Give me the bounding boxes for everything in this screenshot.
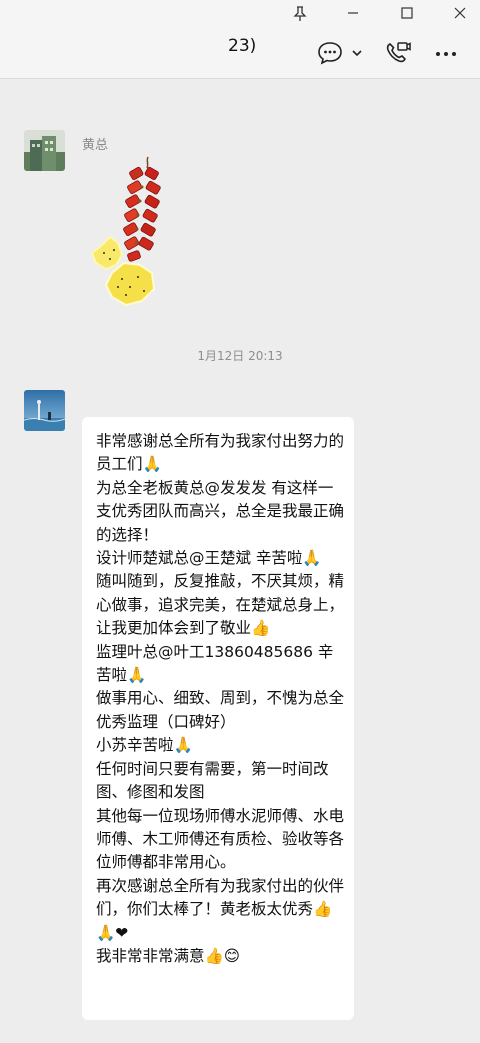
chevron-down-icon[interactable]: [350, 40, 364, 66]
chat-window: 23) 黄总 1月12日 20:13 非常感谢总全所有为我家付出努力的员工们🙏 …: [0, 0, 480, 1043]
more-icon[interactable]: [432, 40, 460, 66]
message-bubble[interactable]: 非常感谢总全所有为我家付出努力的员工们🙏 为总全老板黄总@发发发 有这样一支优秀…: [82, 417, 354, 1020]
firecracker-sticker[interactable]: [82, 155, 172, 315]
avatar[interactable]: [24, 130, 65, 171]
sender-name: 黄总: [82, 138, 109, 153]
avatar[interactable]: [24, 390, 65, 431]
chat-bubble-icon[interactable]: [316, 40, 344, 66]
title-bar: 23): [0, 0, 480, 79]
chat-title: 23): [228, 36, 257, 56]
message-text: 非常感谢总全所有为我家付出努力的员工们🙏 为总全老板黄总@发发发 有这样一支优秀…: [96, 432, 345, 965]
close-icon[interactable]: [450, 6, 470, 26]
video-call-icon[interactable]: [384, 40, 412, 66]
pin-icon[interactable]: [290, 6, 310, 26]
minimize-icon[interactable]: [343, 6, 363, 26]
maximize-icon[interactable]: [397, 6, 417, 26]
message-timestamp: 1月12日 20:13: [197, 349, 283, 363]
